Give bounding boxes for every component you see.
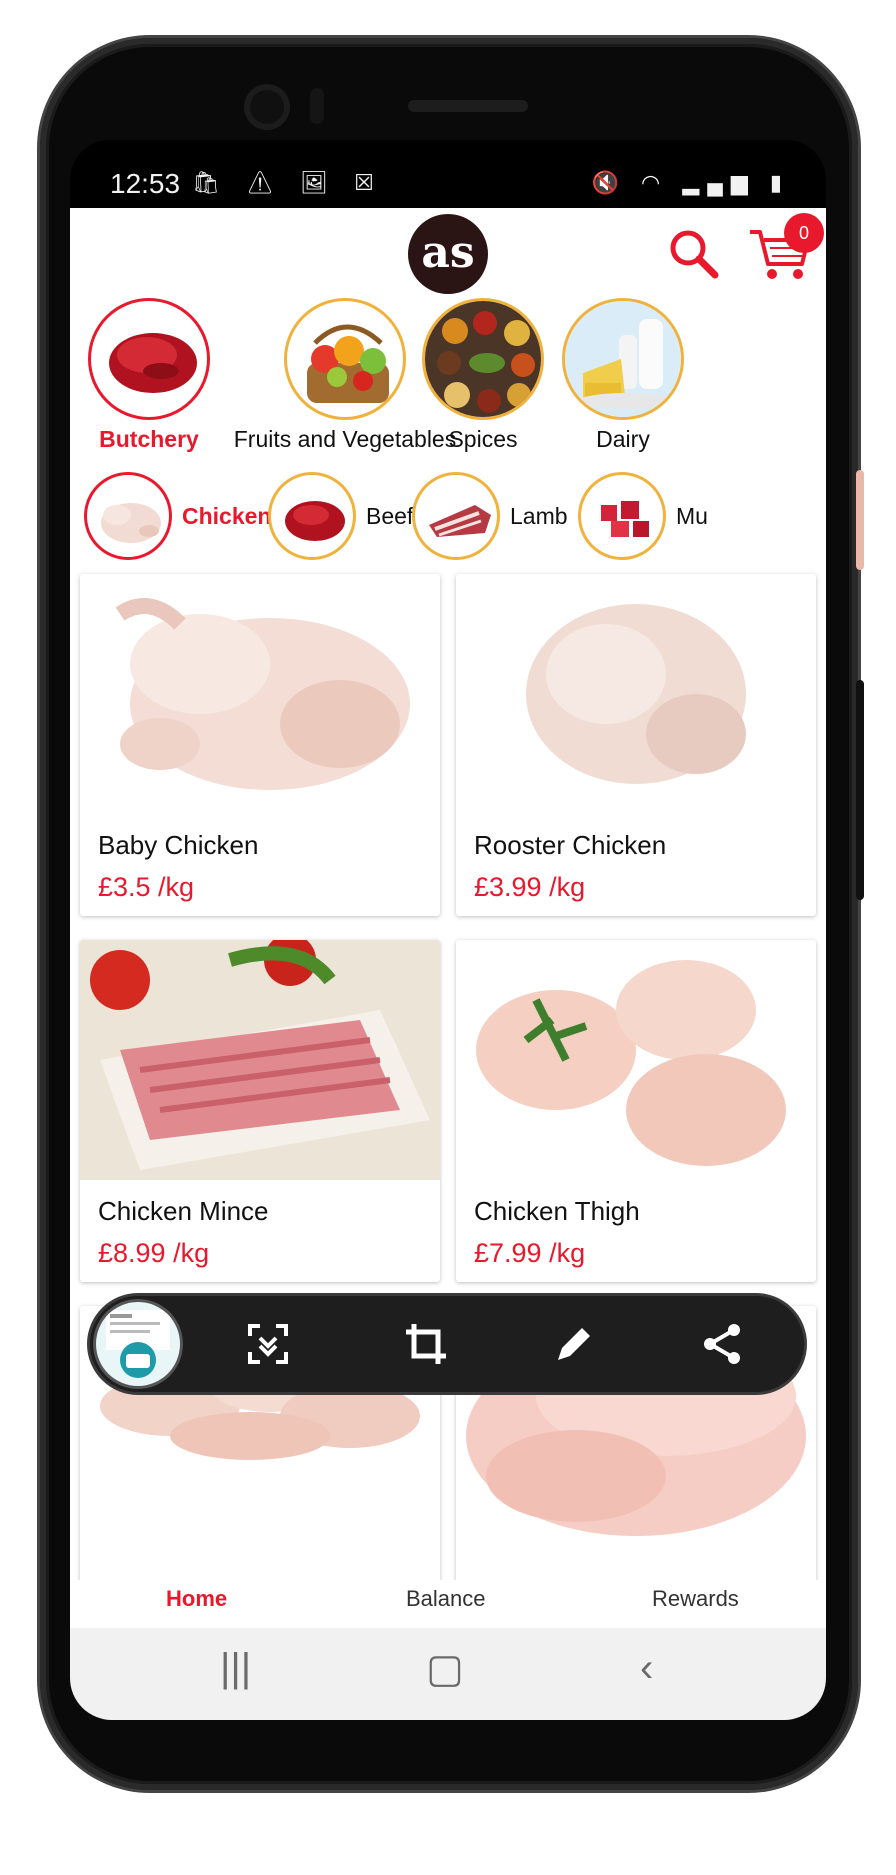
proximity-sensor (310, 88, 324, 124)
brand-logo[interactable]: as (408, 214, 488, 294)
subcategory-label: Chicken (182, 502, 272, 529)
product-price: £3.5 /kg (98, 872, 195, 902)
red-meat-image (88, 298, 210, 420)
system-status-icons: 🔇 ◠ ▂▄▆ ▮ (591, 170, 790, 195)
subcategory-label: Lamb (510, 502, 568, 529)
share-icon[interactable] (698, 1320, 746, 1368)
product-name: Baby Chicken (98, 830, 259, 860)
phone-side-button (856, 680, 864, 900)
subcategory-chicken[interactable]: Chicken (84, 472, 271, 560)
nav-rewards[interactable]: Rewards (652, 1586, 739, 1612)
baby-chicken-image (80, 574, 440, 814)
screen: 12:53 🛍 ⚠ 🖼 ☒ 🔇 ◠ ▂▄▆ ▮ as 0 Butchery Fr… (70, 140, 826, 1720)
product-name: Rooster Chicken (474, 830, 667, 860)
subcategory-label: Mu (676, 502, 708, 529)
cart-count-badge: 0 (784, 213, 824, 253)
category-dairy[interactable]: Dairy (560, 298, 686, 453)
product-price: £8.99 /kg (98, 1238, 210, 1268)
nav-balance[interactable]: Balance (406, 1586, 486, 1612)
subcategory-label: Beef (366, 502, 414, 529)
rooster-chicken-image (456, 574, 816, 814)
status-bar: 12:53 🛍 ⚠ 🖼 ☒ 🔇 ◠ ▂▄▆ ▮ (70, 140, 826, 208)
spices-image (422, 298, 544, 420)
fruit-basket-image (284, 298, 406, 420)
front-camera (244, 84, 290, 130)
system-nav-bar: ||| ▢ ‹ (70, 1628, 826, 1720)
phone-volume-button (856, 470, 864, 570)
screenshot-thumbnail[interactable] (96, 1302, 180, 1386)
beef-image (268, 472, 356, 560)
category-spices[interactable]: Spices (420, 298, 546, 453)
dairy-image (562, 298, 684, 420)
product-card[interactable]: Chicken Mince £8.99 /kg (80, 940, 440, 1282)
draw-icon[interactable] (550, 1320, 598, 1368)
mutton-cubes-image (578, 472, 666, 560)
category-label: Butchery (99, 426, 199, 452)
app-content: as 0 Butchery Fruits and Vegetables Spic… (70, 208, 826, 1628)
recent-apps-icon[interactable]: ||| (220, 1646, 251, 1691)
chicken-thigh-image (456, 940, 816, 1180)
crop-icon[interactable] (402, 1320, 450, 1368)
category-label: Spices (448, 426, 518, 452)
product-name: Chicken Thigh (474, 1196, 640, 1226)
bottom-nav: Home Balance Rewards (70, 1580, 826, 1628)
raw-chicken-image (84, 472, 172, 560)
product-card[interactable]: Baby Chicken £3.5 /kg (80, 574, 440, 916)
chicken-mince-image (80, 940, 440, 1180)
product-price: £3.99 /kg (474, 872, 586, 902)
back-icon[interactable]: ‹ (640, 1646, 653, 1691)
product-card[interactable]: Chicken Thigh £7.99 /kg (456, 940, 816, 1282)
screenshot-toolbar (90, 1296, 804, 1392)
product-name: Chicken Mince (98, 1196, 269, 1226)
product-price: £7.99 /kg (474, 1238, 586, 1268)
subcategory-beef[interactable]: Beef (268, 472, 413, 560)
subcategory-mutton[interactable]: Mu (578, 472, 708, 560)
product-card[interactable]: Rooster Chicken £3.99 /kg (456, 574, 816, 916)
earpiece-speaker (408, 100, 528, 112)
search-icon[interactable] (668, 228, 720, 280)
category-butchery[interactable]: Butchery (84, 298, 214, 453)
status-time: 12:53 (110, 168, 181, 199)
scroll-capture-icon[interactable] (244, 1320, 292, 1368)
notification-icons: 🛍 ⚠ 🖼 ☒ (192, 170, 384, 195)
category-label: Dairy (596, 426, 650, 452)
lamb-image (412, 472, 500, 560)
nav-home[interactable]: Home (166, 1586, 227, 1612)
home-icon[interactable]: ▢ (426, 1646, 464, 1692)
subcategory-lamb[interactable]: Lamb (412, 472, 568, 560)
